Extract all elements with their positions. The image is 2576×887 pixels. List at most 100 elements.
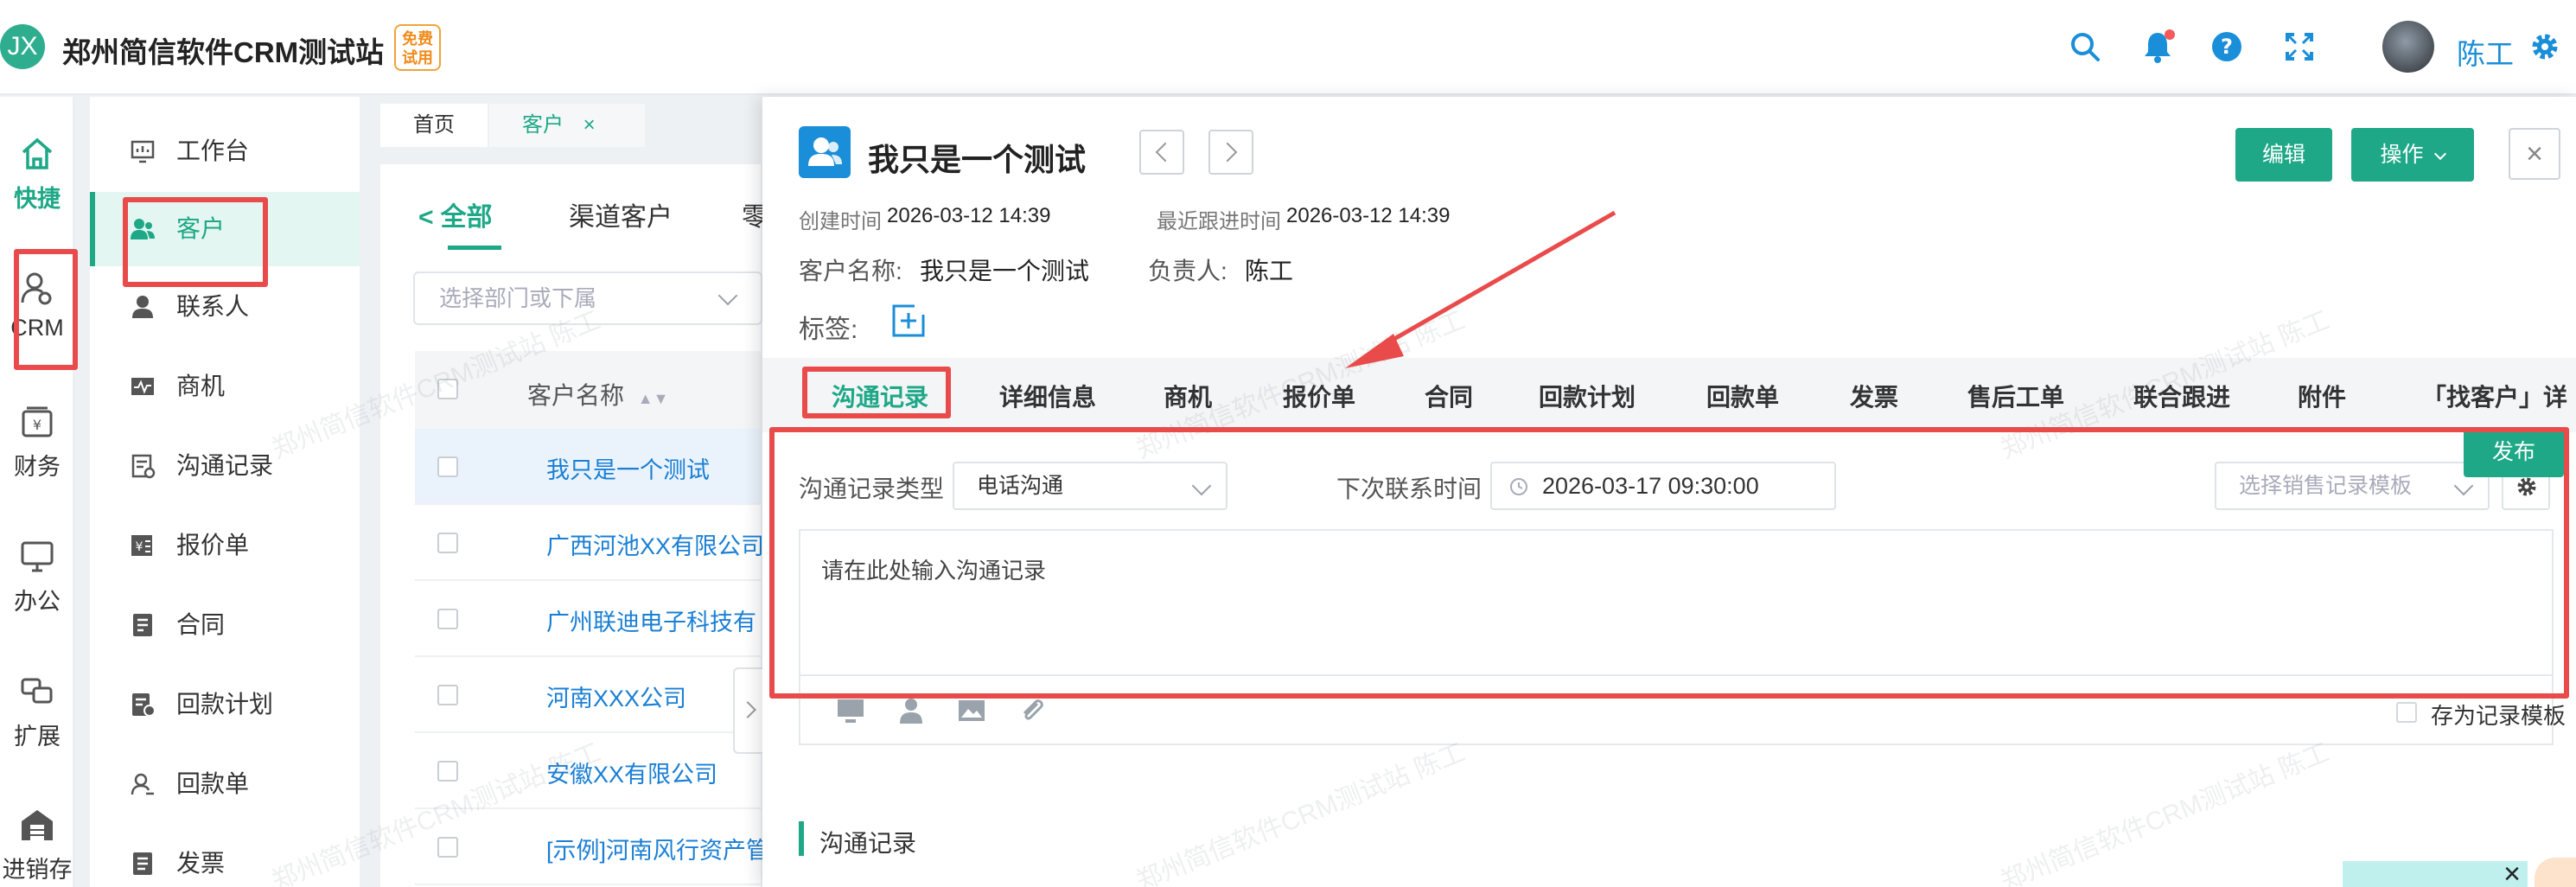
tab-home-label: 首页 [413, 113, 455, 137]
column-header-name[interactable]: 客户名称 ▲▼ [527, 377, 668, 412]
annotation-arrow [1345, 210, 1616, 368]
tab-find-customer[interactable]: 「找客户」详 [2422, 379, 2567, 413]
row-checkbox[interactable] [437, 533, 458, 553]
annotation-box-crm [14, 249, 78, 370]
back-chevron-icon[interactable]: < [418, 203, 434, 232]
table-row[interactable]: 河南XXX公司 [415, 657, 761, 733]
rail-label-finance: 财务 [14, 454, 61, 480]
plan-icon [132, 693, 156, 717]
drawer-collapse-handle[interactable] [733, 667, 764, 754]
owner-label: 负责人: [1148, 258, 1227, 284]
store-icon [22, 810, 53, 840]
tab-attachments[interactable]: 附件 [2298, 379, 2346, 413]
tab-after-sales[interactable]: 售后工单 [1967, 379, 2064, 413]
next-record-button[interactable] [1208, 130, 1253, 175]
rail-item-quick[interactable]: 快捷 [0, 135, 74, 214]
close-icon[interactable]: × [2503, 858, 2521, 887]
row-checkbox[interactable] [437, 761, 458, 782]
select-all-checkbox[interactable] [437, 379, 458, 399]
save-as-template-checkbox[interactable] [2396, 702, 2417, 723]
attachment-icon[interactable] [1017, 695, 1048, 726]
rail-item-finance[interactable]: ¥ 财务 [0, 403, 74, 482]
assistant-avatar[interactable] [2535, 858, 2576, 887]
edit-button[interactable]: 编辑 [2235, 128, 2332, 182]
customer-name-link[interactable]: 安徽XX有限公司 [546, 756, 717, 789]
tab-close-icon[interactable]: × [583, 113, 596, 137]
image-icon[interactable] [956, 695, 987, 726]
column-header-name-label: 客户名称 [527, 382, 625, 409]
submenu-item-record[interactable]: 沟通记录 [90, 429, 360, 503]
tab-customer[interactable]: 客户 × [489, 104, 645, 147]
submenu-item-contract[interactable]: 合同 [90, 588, 360, 662]
settings-icon[interactable] [2528, 29, 2562, 64]
tab-quote[interactable]: 报价单 [1283, 379, 1355, 413]
submenu-item-opportunity[interactable]: 商机 [90, 349, 360, 424]
department-select[interactable]: 选择部门或下属 [413, 271, 762, 325]
submenu-item-payment[interactable]: 回款单 [90, 747, 360, 821]
help-icon[interactable]: ? [2209, 29, 2244, 64]
table-row[interactable]: 安徽XX有限公司 [415, 733, 761, 809]
tab-invoice[interactable]: 发票 [1850, 379, 1898, 413]
rail-item-store[interactable]: 进销存 [0, 806, 74, 884]
sort-icon[interactable]: ▲▼ [638, 390, 669, 407]
created-time-label: 创建时间 [799, 210, 882, 233]
tab-details[interactable]: 详细信息 [999, 379, 1096, 413]
free-trial-badge[interactable]: 免费 试用 [394, 24, 441, 71]
avatar[interactable] [2382, 21, 2434, 73]
submenu-item-plan[interactable]: 回款计划 [90, 667, 360, 742]
finance-icon: ¥ [22, 406, 53, 437]
tab-joint-followup[interactable]: 联合跟进 [2133, 379, 2230, 413]
table-row[interactable]: 广州联迪电子科技有 [415, 581, 761, 657]
page-tabs: 首页 客户 × [380, 97, 761, 147]
row-checkbox[interactable] [437, 456, 458, 477]
submenu-label-workbench: 工作台 [176, 137, 250, 164]
extend-icon [21, 678, 53, 704]
svg-text:¥: ¥ [136, 540, 143, 554]
customer-name-link[interactable]: 我只是一个测试 [546, 451, 710, 485]
table-row[interactable]: [示例]河南风行资产管 [415, 809, 769, 885]
tab-payment-plan[interactable]: 回款计划 [1539, 379, 1636, 413]
user-name[interactable]: 陈工 [2457, 31, 2514, 73]
submenu-label-plan: 回款计划 [176, 691, 274, 718]
tab-opportunity[interactable]: 商机 [1164, 379, 1212, 413]
submenu-item-workbench[interactable]: 工作台 [90, 114, 360, 188]
submenu-label-payment: 回款单 [176, 770, 250, 797]
submenu-item-invoice[interactable]: 发票 [90, 826, 360, 887]
record-icon [131, 454, 156, 479]
submenu-label-quote: 报价单 [176, 532, 250, 558]
customer-name-link[interactable]: 河南XXX公司 [546, 680, 686, 713]
add-tag-icon[interactable] [890, 303, 927, 339]
customer-name-link[interactable]: 广州联迪电子科技有 [546, 603, 756, 637]
quote-icon: ¥ [131, 535, 152, 556]
table-row[interactable]: 广西河池XX有限公司 [415, 505, 764, 581]
rail-item-extend[interactable]: 扩展 [0, 673, 74, 751]
free-badge-line-1: 免费 [402, 30, 433, 48]
row-checkbox[interactable] [437, 685, 458, 705]
tab-payment[interactable]: 回款单 [1706, 379, 1779, 413]
filter-tab-all[interactable]: < 全部 [418, 195, 493, 233]
customer-name-link[interactable]: [示例]河南风行资产管 [546, 832, 769, 865]
table-row[interactable]: 我只是一个测试 [415, 429, 761, 505]
tab-home[interactable]: 首页 [380, 104, 488, 147]
prev-record-button[interactable] [1139, 130, 1184, 175]
submenu-item-quote[interactable]: ¥ 报价单 [90, 508, 360, 583]
customer-list-panel: < 全部 渠道客户 零 选择部门或下属 客户名称 ▲▼ 我只是一个测试 广西河池X… [380, 164, 769, 887]
rail-label-office: 办公 [14, 589, 61, 615]
customer-name-link[interactable]: 广西河池XX有限公司 [546, 527, 764, 561]
floating-panel[interactable]: × [2343, 858, 2528, 887]
row-checkbox[interactable] [437, 609, 458, 629]
close-drawer-button[interactable]: × [2509, 128, 2560, 180]
row-checkbox[interactable] [437, 837, 458, 858]
chevron-right-icon [739, 701, 756, 718]
screen-icon[interactable] [835, 695, 866, 726]
search-icon[interactable] [2068, 29, 2102, 64]
contact-person-icon[interactable] [896, 695, 927, 726]
chevron-right-icon [1217, 142, 1238, 163]
submenu-label-contract: 合同 [176, 611, 226, 638]
operations-button[interactable]: 操作 [2351, 128, 2474, 182]
filter-tab-channel[interactable]: 渠道客户 [569, 195, 673, 233]
fullscreen-icon[interactable] [2282, 29, 2317, 64]
rail-item-office[interactable]: 办公 [0, 538, 74, 616]
tab-contract[interactable]: 合同 [1425, 379, 1473, 413]
customer-table-header: 客户名称 ▲▼ [415, 351, 761, 429]
